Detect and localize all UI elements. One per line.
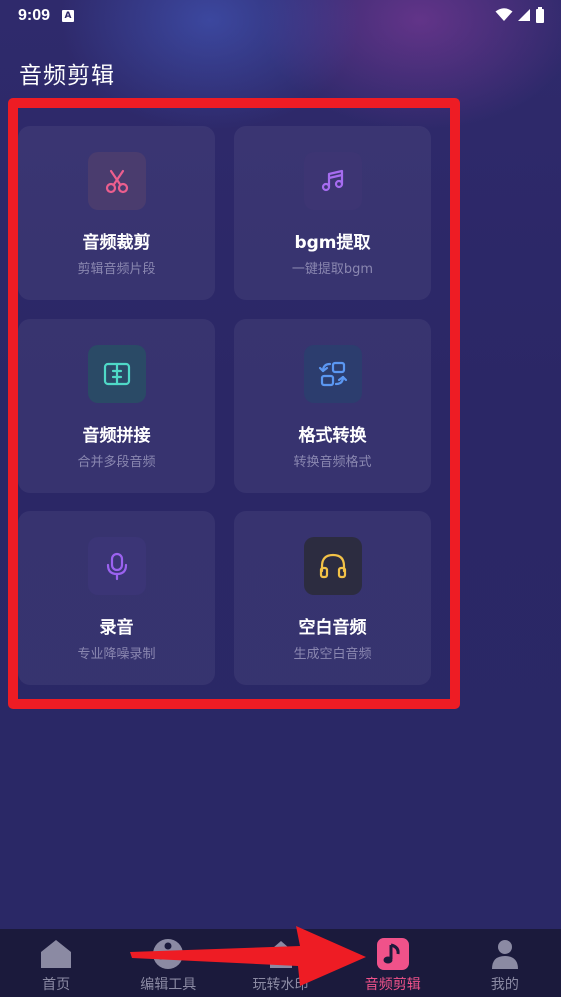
merge-icon xyxy=(88,345,146,403)
tool-title: 格式转换 xyxy=(298,426,367,446)
tool-title: 录音 xyxy=(99,618,134,638)
nav-label: 首页 xyxy=(42,977,71,993)
tool-card-audio-merge[interactable]: 音频拼接 合并多段音频 xyxy=(18,319,215,493)
tool-subtitle: 剪辑音频片段 xyxy=(77,262,156,277)
tool-title: 空白音频 xyxy=(298,618,367,638)
convert-icon xyxy=(304,345,362,403)
watermark-icon xyxy=(264,937,298,971)
headphones-icon xyxy=(304,537,362,595)
nav-item-profile[interactable]: 我的 xyxy=(449,929,561,997)
nav-label: 编辑工具 xyxy=(140,977,197,993)
tool-card-record[interactable]: 录音 专业降噪录制 xyxy=(18,511,215,685)
battery-icon xyxy=(536,7,544,23)
tool-card-format-convert[interactable]: 格式转换 转换音频格式 xyxy=(234,319,431,493)
tool-card-bgm-extract[interactable]: bgm提取 一键提取bgm xyxy=(234,126,431,300)
audio-tools-grid: 音频裁剪 剪辑音频片段 bgm提取 一键提取bgm 音频拼接 合并多段音频 格式… xyxy=(18,126,432,686)
bottom-nav: 首页 编辑工具 玩转水印 音频剪辑 我的 xyxy=(0,929,561,997)
nav-item-home[interactable]: 首页 xyxy=(0,929,112,997)
tool-subtitle: 转换音频格式 xyxy=(293,455,372,470)
tool-card-blank-audio[interactable]: 空白音频 生成空白音频 xyxy=(234,511,431,685)
tool-subtitle: 生成空白音频 xyxy=(293,647,372,662)
nav-item-audio-edit[interactable]: 音频剪辑 xyxy=(337,929,449,997)
nav-item-edit-tools[interactable]: 编辑工具 xyxy=(112,929,224,997)
music-note-icon xyxy=(376,937,410,971)
notification-icon: A xyxy=(62,10,75,22)
microphone-icon xyxy=(88,537,146,595)
film-reel-icon xyxy=(151,937,185,971)
tool-title: 音频裁剪 xyxy=(82,233,151,253)
status-bar: 9:09 A xyxy=(0,0,561,32)
status-indicators xyxy=(495,7,545,23)
home-icon xyxy=(39,937,73,971)
nav-item-watermark[interactable]: 玩转水印 xyxy=(224,929,336,997)
music-note-icon xyxy=(304,152,362,210)
nav-label: 音频剪辑 xyxy=(364,977,421,993)
status-time: 9:09 xyxy=(18,7,51,24)
page-title: 音频剪辑 xyxy=(19,63,115,89)
wifi-icon xyxy=(495,8,513,21)
user-icon xyxy=(488,937,522,971)
scissors-icon xyxy=(88,152,146,210)
tool-subtitle: 合并多段音频 xyxy=(77,455,156,470)
tool-title: 音频拼接 xyxy=(82,426,151,446)
nav-label: 我的 xyxy=(490,977,519,993)
tool-title: bgm提取 xyxy=(294,233,371,253)
tool-card-audio-trim[interactable]: 音频裁剪 剪辑音频片段 xyxy=(18,126,215,300)
signal-icon xyxy=(518,9,530,21)
tool-subtitle: 专业降噪录制 xyxy=(77,647,156,662)
nav-label: 玩转水印 xyxy=(252,977,309,993)
tool-subtitle: 一键提取bgm xyxy=(291,262,374,277)
